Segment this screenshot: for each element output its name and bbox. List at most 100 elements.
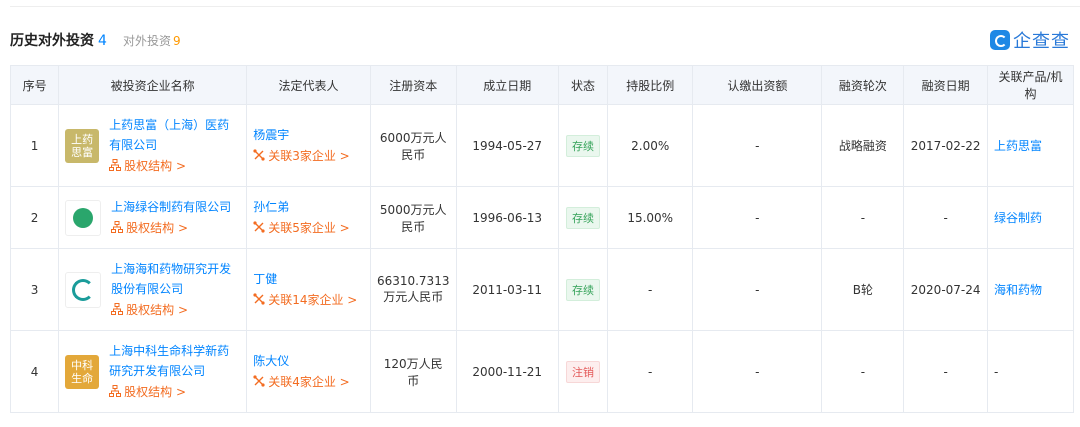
equity-label: 股权结构 > (124, 158, 187, 173)
cell-subscribed: - (692, 330, 823, 413)
cell-status: 存续 (557, 104, 609, 187)
cell-share: - (607, 330, 694, 413)
capital-line1: 5000万元人 (379, 202, 447, 217)
section-title-count: 4 (98, 33, 107, 49)
cell-fin-date: - (903, 330, 988, 413)
cell-legal-rep: 丁健 关联14家企业 > (246, 248, 371, 331)
cell-share: - (607, 248, 694, 331)
related-companies-link[interactable]: 关联4家企业 > (253, 371, 364, 393)
product-link[interactable]: 上药思富 (994, 139, 1042, 153)
company-link[interactable]: 上海绿谷制药有限公司 (111, 197, 231, 217)
equity-structure-link[interactable]: 股权结构 > (109, 381, 229, 403)
cell-company: 中科生命 上海中科生命科学新药 研究开发有限公司 股权结构 > (58, 330, 248, 413)
col-header-index: 序号 (9, 65, 60, 105)
company-name-line1: 上药思富（上海）医药 (109, 117, 230, 132)
cell-capital: 120万人民币 (369, 330, 457, 413)
related-companies-link[interactable]: 关联3家企业 > (253, 145, 364, 167)
status-badge: 存续 (565, 134, 600, 157)
capital-line1: 120万人民 (383, 356, 443, 371)
col-header-company: 被投资企业名称 (58, 65, 248, 105)
qichacha-logo: 企查查 (990, 28, 1070, 52)
related-label: 关联3家企业 > (268, 148, 350, 163)
related-companies-link[interactable]: 关联14家企业 > (253, 289, 364, 311)
company-name-line1: 上海中科生命科学新药 (109, 343, 230, 358)
company-logo[interactable]: 中科生命 (65, 354, 100, 389)
company-name-line2: 股份有限公司 (111, 281, 184, 296)
company-logo[interactable]: 上药思富 (65, 128, 100, 163)
product-link[interactable]: 海和药物 (994, 283, 1042, 297)
cell-subscribed: - (692, 248, 823, 331)
capital-line2: 民币 (401, 147, 426, 162)
section-title: 历史对外投资 (10, 33, 94, 49)
equity-structure-link[interactable]: 股权结构 > (111, 299, 231, 321)
cell-subscribed: - (692, 104, 823, 187)
cell-fin-date: 2020-07-24 (903, 248, 988, 331)
cell-capital: 5000万元人 民币 (369, 186, 457, 249)
cell-index: 4 (9, 330, 60, 413)
col-header-status: 状态 (557, 65, 609, 105)
cell-founded: 1994-05-27 (455, 104, 559, 187)
cell-share: 2.00% (607, 104, 694, 187)
cell-product: 绿谷制药 (987, 186, 1074, 249)
cell-founded: 2000-11-21 (455, 330, 559, 413)
col-header-fin-date: 融资日期 (903, 65, 988, 105)
related-label: 关联14家企业 > (268, 292, 358, 307)
cell-index: 2 (9, 186, 60, 249)
cell-index: 3 (9, 248, 60, 331)
table-header-row: 序号 被投资企业名称 法定代表人 注册资本 成立日期 状态 持股比例 认缴出资额… (9, 65, 1074, 105)
cell-round: 战略融资 (821, 104, 905, 187)
company-link[interactable]: 上海海和药物研究开发 股份有限公司 (111, 259, 231, 299)
product-link[interactable]: 绿谷制药 (994, 211, 1042, 225)
company-logo[interactable] (65, 199, 102, 236)
cell-subscribed: - (692, 186, 823, 249)
cell-fin-date: - (903, 186, 988, 249)
col-header-product: 关联产品/机构 (987, 65, 1074, 105)
cell-round: B轮 (821, 248, 905, 331)
logo-text: 企查查 (1013, 31, 1070, 52)
related-label: 关联5家企业 > (268, 220, 350, 235)
cell-fin-date: 2017-02-22 (903, 104, 988, 187)
equity-structure-link[interactable]: 股权结构 > (111, 217, 231, 239)
company-logo[interactable] (65, 271, 102, 308)
tab-current-investment[interactable]: 对外投资 9 (123, 32, 181, 49)
table-row: 3 上海海和药物研究开发 股份有限公司 股权结构 > 丁健 关联14家企业 > 6… (9, 248, 1074, 331)
equity-structure-link[interactable]: 股权结构 > (109, 155, 229, 177)
qichacha-logo-icon (990, 30, 1010, 50)
status-badge: 存续 (565, 206, 600, 229)
org-chart-icon (109, 384, 122, 397)
col-header-legal-rep: 法定代表人 (246, 65, 371, 105)
col-header-subscribed: 认缴出资额 (692, 65, 823, 105)
status-badge: 存续 (565, 278, 600, 301)
legal-rep-link[interactable]: 杨震宇 (253, 125, 364, 145)
cell-product: 上药思富 (987, 104, 1074, 187)
col-header-share: 持股比例 (607, 65, 694, 105)
legal-rep-link[interactable]: 丁健 (253, 269, 364, 289)
capital-line1: 66310.7313 (376, 274, 450, 288)
company-name-line2: 有限公司 (109, 137, 158, 152)
cell-index: 1 (9, 104, 60, 187)
capital-line1: 6000万元人 (379, 130, 447, 145)
equity-label: 股权结构 > (126, 220, 189, 235)
company-logo-text: 上药思富 (71, 132, 94, 159)
cell-company: 上海绿谷制药有限公司 股权结构 > (58, 186, 248, 249)
legal-rep-link[interactable]: 陈大仪 (253, 351, 364, 371)
cell-legal-rep: 陈大仪 关联4家企业 > (246, 330, 371, 413)
cell-share: 15.00% (607, 186, 694, 249)
cell-round: - (821, 330, 905, 413)
cell-status: 注销 (557, 330, 609, 413)
table-row: 4 中科生命 上海中科生命科学新药 研究开发有限公司 股权结构 > 陈大仪 关联4… (9, 330, 1074, 413)
org-chart-icon (111, 220, 124, 233)
company-link[interactable]: 上药思富（上海）医药 有限公司 (109, 115, 229, 155)
relation-icon (253, 220, 265, 233)
company-logo-text: 中科生命 (71, 358, 94, 385)
legal-rep-link[interactable]: 孙仁弟 (253, 197, 364, 217)
cell-status: 存续 (557, 248, 609, 331)
subtab-label: 对外投资 (123, 34, 172, 48)
tab-history-investment[interactable]: 历史对外投资 4 (10, 30, 107, 50)
company-link[interactable]: 上海中科生命科学新药 研究开发有限公司 (109, 341, 229, 381)
capital-line2: 民币 (401, 219, 426, 234)
related-companies-link[interactable]: 关联5家企业 > (253, 217, 364, 239)
relation-icon (253, 374, 265, 387)
capital-line2: 币 (407, 373, 420, 388)
table-row: 2 上海绿谷制药有限公司 股权结构 > 孙仁弟 关联5家企业 > 5000万元人… (9, 186, 1074, 249)
